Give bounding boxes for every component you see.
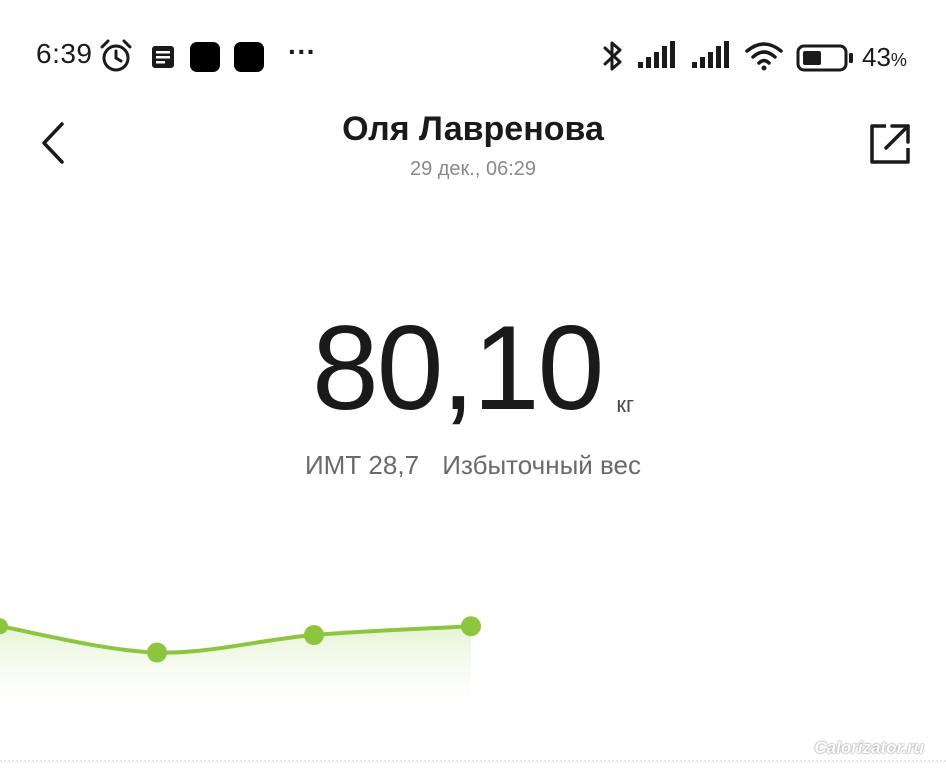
notes-icon [152,46,174,68]
weight-value: 80,10 [312,301,604,435]
bmi-value: ИМТ 28,7 [304,450,420,480]
share-external-icon [870,124,910,164]
divider [0,760,946,764]
watermark: Calorizator.ru [814,738,924,757]
wifi-icon [745,42,783,71]
weight-trend-chart [0,616,481,720]
trend-point[interactable] [461,616,481,637]
battery-icon [796,44,853,72]
bluetooth-icon [603,41,622,71]
signal-icon [638,41,675,68]
status-bar: 6:39 ··· 43% [0,0,946,110]
bmi-status: Избыточный вес [442,450,642,480]
weight-unit: кг [616,392,634,417]
battery-percent: 43% [862,42,907,72]
more-notifications-indicator: ··· [288,36,316,67]
app-square-icon [234,42,264,72]
bmi-summary: ИМТ 28,7 Избыточный вес [0,450,946,481]
signal-icon [692,41,729,68]
app-square-icon [190,42,220,72]
share-button[interactable] [866,120,914,168]
weight-display: 80,10 кг [0,308,946,428]
page-title: Оля Лавренова [342,110,604,148]
measurement-timestamp: 29 дек., 06:29 [409,158,537,180]
trend-point[interactable] [147,642,167,663]
alarm-icon [100,39,132,72]
status-time: 6:39 [36,38,93,69]
trend-point[interactable] [304,625,324,645]
